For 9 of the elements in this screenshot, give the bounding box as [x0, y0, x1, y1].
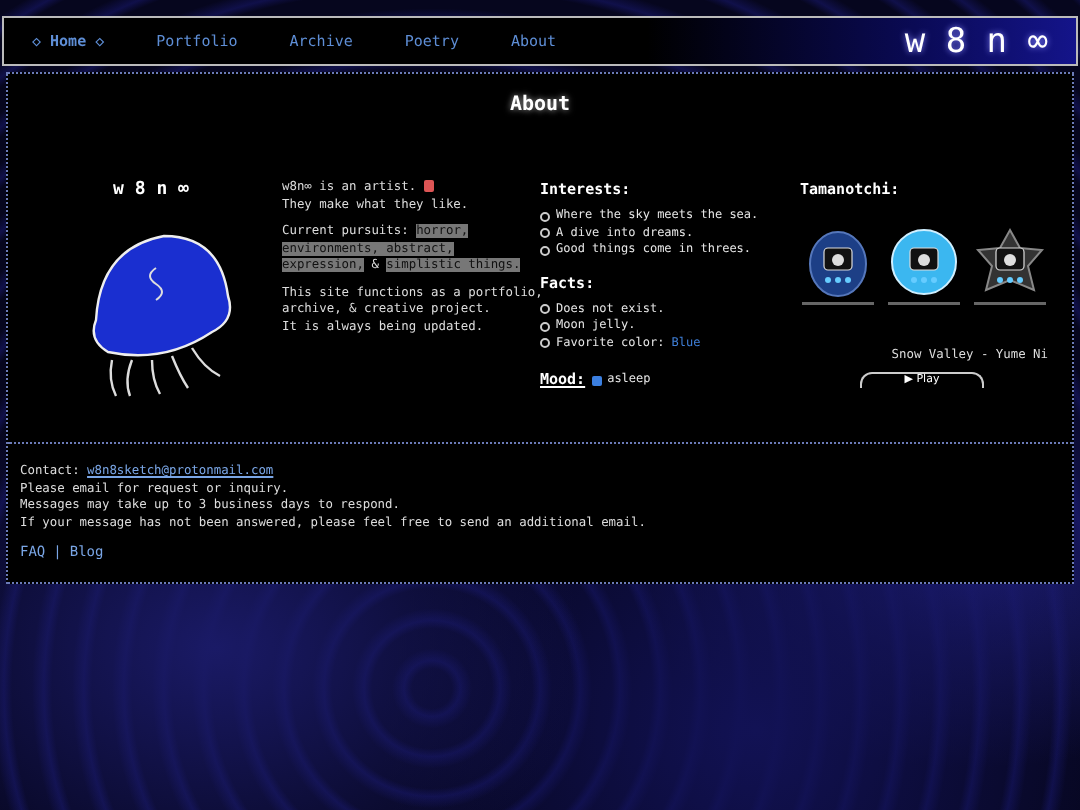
- page-title: About: [507, 94, 573, 116]
- profile-name: w 8 n ∞: [113, 180, 189, 200]
- site-logo: w 8 n ∞: [904, 21, 1048, 61]
- bullet-icon: [540, 211, 550, 222]
- bullet-icon: [540, 245, 550, 256]
- bullet-icon: [540, 228, 550, 239]
- bullet-icon: [540, 321, 550, 332]
- bullet-icon: [540, 304, 550, 315]
- bullet-icon: [540, 338, 550, 349]
